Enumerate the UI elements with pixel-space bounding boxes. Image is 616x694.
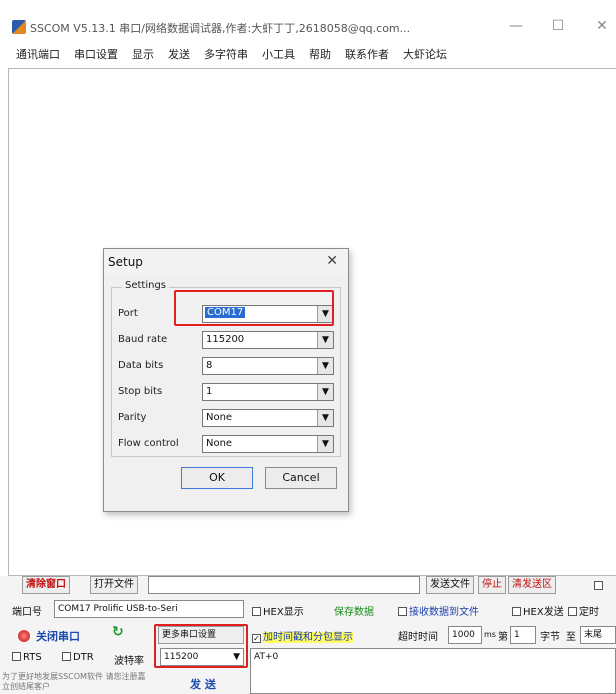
open-file-button[interactable]: 打开文件 [90, 576, 138, 594]
port-number-value: COM17 Prolific USB-to-Seri [58, 604, 178, 614]
baud-rate-value: 115200 [206, 334, 245, 345]
timestamp-checkbox[interactable]: 加时间戳和分包显示 [252, 628, 353, 643]
hex-display-checkbox[interactable]: HEX显示 [252, 603, 304, 618]
file-path-input[interactable] [148, 576, 420, 594]
recv-to-file-checkbox[interactable]: 接收数据到文件 [398, 603, 479, 618]
title-bar: SSCOM V5.13.1 串口/网络数据调试器,作者:大虾丁丁,2618058… [0, 0, 616, 38]
data-bits-value: 8 [206, 360, 213, 371]
stop-button[interactable]: 停止 [478, 576, 506, 594]
close-button[interactable]: ✕ [590, 18, 614, 34]
flow-control-label: Flow control [118, 438, 179, 449]
port-value: COM17 [205, 307, 246, 318]
baud-rate-label: Baud rate [118, 334, 168, 345]
data-bits-label: Data bits [118, 360, 164, 371]
menu-multi-string[interactable]: 多字符串 [204, 46, 248, 66]
dropdown-arrow-icon[interactable]: ▼ [233, 649, 240, 665]
flow-control-value: None [206, 438, 233, 449]
timestamp-label: 加时间戳和分包显示 [263, 632, 353, 643]
settings-group: Settings Port COM17 ▼ Baud rate 115200 ▼… [111, 280, 341, 457]
timeout-input[interactable]: 1000 [448, 626, 482, 644]
menu-help[interactable]: 帮助 [309, 46, 331, 66]
send-file-button[interactable]: 发送文件 [426, 576, 474, 594]
save-data-button[interactable]: 保存数据 [334, 603, 374, 618]
dialog-title: Setup [108, 255, 143, 269]
flow-control-select[interactable]: None ▼ [202, 435, 334, 453]
parity-value: None [206, 412, 233, 423]
baud-rate-select[interactable]: 115200 ▼ [202, 331, 334, 349]
dropdown-arrow-icon[interactable]: ▼ [317, 332, 333, 348]
rts-label: RTS [23, 652, 42, 663]
nth-label: 第 [498, 632, 508, 643]
timeout-label: 超时时间 [398, 632, 438, 643]
dialog-close-icon[interactable]: ✕ [326, 253, 338, 269]
end-select[interactable]: 末尾 [580, 626, 616, 644]
baud-value: 115200 [164, 652, 199, 662]
port-number-label: 端口号 [12, 607, 42, 618]
dropdown-arrow-icon[interactable]: ▼ [317, 436, 333, 452]
minimize-button[interactable]: — [504, 18, 528, 34]
end-value: 末尾 [584, 630, 603, 640]
close-port-button[interactable]: 关闭串口 [36, 628, 80, 644]
promo-text[interactable]: 为了更好地发展SSCOM软件 请您注册嘉立创结尾客户 [2, 672, 152, 692]
hex-send-label: HEX发送 [523, 607, 564, 618]
timeout-value: 1000 [452, 630, 475, 640]
byte-label: 字节 [540, 632, 560, 643]
ms-label: ms [484, 630, 496, 639]
menu-send[interactable]: 发送 [168, 46, 190, 66]
send-button[interactable]: 发 送 [190, 676, 216, 692]
stop-bits-label: Stop bits [118, 386, 163, 397]
port-select[interactable]: COM17 ▼ [202, 305, 334, 323]
nth-value: 1 [514, 630, 520, 640]
dropdown-arrow-icon[interactable]: ▼ [317, 410, 333, 426]
stop-bits-value: 1 [206, 386, 213, 397]
parity-label: Parity [118, 412, 147, 423]
dropdown-arrow-icon[interactable]: ▼ [317, 306, 333, 322]
app-icon [12, 20, 26, 34]
control-panel: 清除窗口 打开文件 发送文件 停止 清发送区 端口号 COM17 Prolifi… [0, 576, 616, 694]
send-textarea[interactable]: AT+0 [250, 648, 616, 694]
setup-dialog: Setup ✕ Settings Port COM17 ▼ Baud rate … [103, 248, 349, 512]
extra-checkbox[interactable] [594, 579, 605, 592]
cancel-button[interactable]: Cancel [265, 467, 337, 489]
maximize-button[interactable]: ☐ [546, 18, 570, 34]
menu-forum[interactable]: 大虾论坛 [403, 46, 447, 66]
send-text: AT+0 [254, 652, 279, 662]
port-number-select[interactable]: COM17 Prolific USB-to-Seri [54, 600, 244, 618]
more-settings-button[interactable]: 更多串口设置 [158, 626, 244, 644]
stop-bits-select[interactable]: 1 ▼ [202, 383, 334, 401]
timed-send-checkbox[interactable]: 定时 [568, 603, 599, 618]
parity-select[interactable]: None ▼ [202, 409, 334, 427]
hex-display-label: HEX显示 [263, 607, 304, 618]
dropdown-arrow-icon[interactable]: ▼ [317, 358, 333, 374]
menu-contact-author[interactable]: 联系作者 [345, 46, 389, 66]
hex-send-checkbox[interactable]: HEX发送 [512, 603, 564, 618]
menu-tools[interactable]: 小工具 [262, 46, 295, 66]
to-label: 至 [566, 632, 576, 643]
window-title: SSCOM V5.13.1 串口/网络数据调试器,作者:大虾丁丁,2618058… [30, 22, 411, 35]
nth-input[interactable]: 1 [510, 626, 536, 644]
ok-button[interactable]: OK [181, 467, 253, 489]
timed-send-label: 定时 [579, 607, 599, 618]
baud-label: 波特率 [114, 656, 144, 667]
menu-comm-port[interactable]: 通讯端口 [16, 46, 60, 66]
dropdown-arrow-icon[interactable]: ▼ [317, 384, 333, 400]
port-status-icon [18, 630, 30, 642]
refresh-icon[interactable]: ↻ [112, 624, 124, 640]
rts-checkbox[interactable]: RTS [12, 652, 42, 663]
dtr-checkbox[interactable]: DTR [62, 652, 94, 663]
port-label: Port [118, 308, 138, 319]
data-bits-select[interactable]: 8 ▼ [202, 357, 334, 375]
baud-select[interactable]: 115200 ▼ [160, 648, 244, 666]
clear-send-button[interactable]: 清发送区 [508, 576, 556, 594]
menu-serial-settings[interactable]: 串口设置 [74, 46, 118, 66]
settings-group-label: Settings [122, 280, 170, 291]
menu-display[interactable]: 显示 [132, 46, 154, 66]
dtr-label: DTR [73, 652, 94, 663]
clear-window-button[interactable]: 清除窗口 [22, 576, 70, 594]
dialog-body: Settings Port COM17 ▼ Baud rate 115200 ▼… [105, 275, 347, 511]
menu-bar: 通讯端口 串口设置 显示 发送 多字符串 小工具 帮助 联系作者 大虾论坛 [0, 46, 616, 66]
recv-to-file-label: 接收数据到文件 [409, 607, 479, 618]
